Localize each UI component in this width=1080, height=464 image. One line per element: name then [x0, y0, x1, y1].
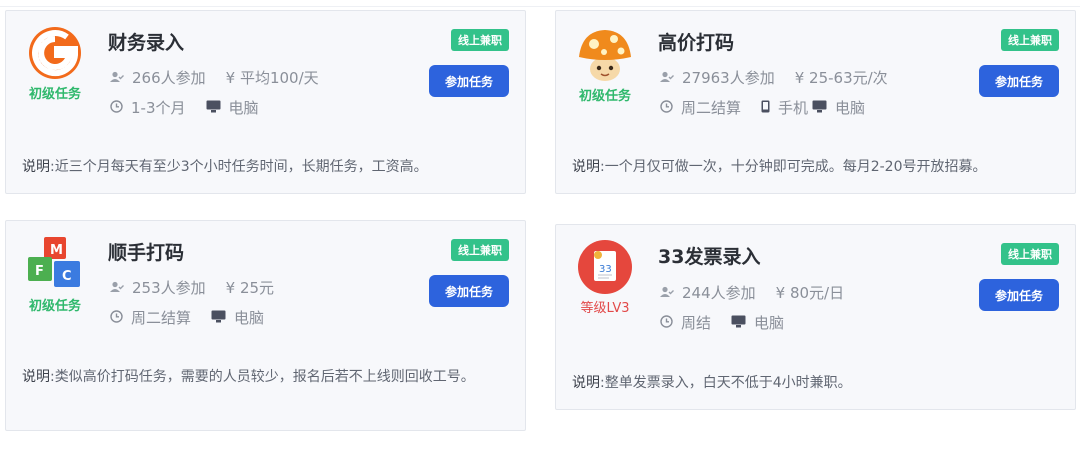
duration: 1-3个月: [131, 99, 186, 117]
task-card-invoice-entry[interactable]: 33 等级LV3 33发票录入 244人参加 ¥ 80元/日 周结 电脑 线上兼…: [555, 224, 1076, 410]
level-label: 等级LV3: [580, 301, 630, 316]
meta-row-schedule: 周二结算 手机 电脑: [660, 97, 885, 118]
participant-count: 253人参加: [132, 279, 206, 297]
invoice-icon: 33: [578, 240, 632, 294]
task-description: 说明:近三个月每天有至少3个小时任务时间，长期任务，工资高。: [22, 155, 509, 179]
desc-label: 说明: [22, 369, 50, 385]
participant-count: 266人参加: [132, 69, 206, 87]
settlement: 周结: [681, 314, 712, 332]
price: ¥ 80元/日: [775, 284, 845, 302]
price: ¥ 25元: [225, 279, 275, 297]
meta-row-stats: 253人参加 ¥ 25元: [110, 277, 294, 298]
meta-row-stats: 266人参加 ¥ 平均100/天: [110, 67, 339, 88]
desc-text: :近三个月每天有至少3个小时任务时间，长期任务，工资高。: [50, 159, 428, 175]
meta-row-stats: 27963人参加 ¥ 25-63元/次: [660, 67, 908, 88]
desc-text: :整单发票录入，白天不低于4小时兼职。: [600, 375, 852, 391]
desktop-icon: [206, 99, 221, 117]
price: ¥ 25-63元/次: [794, 69, 888, 87]
desc-label: 说明: [572, 159, 600, 175]
clock-icon: [660, 99, 673, 117]
task-logo: M F C 初级任务: [22, 235, 88, 314]
desktop-icon: [211, 309, 226, 327]
desc-text: :类似高价打码任务，需要的人员较少，报名后若不上线则回收工号。: [50, 369, 475, 385]
level-label: 初级任务: [578, 89, 631, 104]
users-icon: [110, 69, 124, 87]
clock-icon: [660, 314, 673, 332]
users-icon: [660, 69, 674, 87]
online-parttime-badge: 线上兼职: [451, 239, 509, 261]
level-label: 初级任务: [28, 299, 81, 314]
svg-text:M: M: [50, 243, 63, 258]
task-logo: 初级任务: [572, 25, 638, 104]
device-pc: 电脑: [234, 309, 265, 327]
task-description: 说明:类似高价打码任务，需要的人员较少，报名后若不上线则回收工号。: [22, 365, 495, 389]
desc-label: 说明: [22, 159, 50, 175]
task-title: 高价打码: [658, 32, 735, 54]
mfc-cubes-icon: M F C: [28, 237, 80, 287]
join-task-button[interactable]: 参加任务: [979, 65, 1059, 97]
join-task-button[interactable]: 参加任务: [429, 275, 509, 307]
mobile-icon: [761, 99, 770, 117]
task-logo: 33 等级LV3: [572, 239, 638, 316]
meta-row-schedule: 1-3个月 电脑: [110, 97, 279, 118]
meta-row-schedule: 周二结算 电脑: [110, 307, 284, 328]
join-task-button[interactable]: 参加任务: [429, 65, 509, 97]
meta-row-stats: 244人参加 ¥ 80元/日: [660, 282, 864, 303]
svg-text:C: C: [62, 269, 72, 284]
desc-text: :一个月仅可做一次，十分钟即可完成。每月2-20号开放招募。: [600, 159, 987, 175]
task-title: 财务录入: [108, 32, 185, 54]
task-title: 顺手打码: [108, 242, 185, 264]
users-icon: [110, 279, 124, 297]
online-parttime-badge: 线上兼职: [451, 29, 509, 51]
svg-text:33: 33: [599, 264, 612, 275]
task-description: 说明:一个月仅可做一次，十分钟即可完成。每月2-20号开放招募。: [572, 155, 1059, 179]
join-task-button[interactable]: 参加任务: [979, 279, 1059, 311]
desc-label: 说明: [572, 375, 600, 391]
price: ¥ 平均100/天: [225, 69, 319, 87]
participant-count: 27963人参加: [682, 69, 775, 87]
settlement: 周二结算: [681, 99, 742, 117]
level-label: 初级任务: [28, 87, 81, 102]
task-title: 33发票录入: [658, 246, 761, 268]
clock-icon: [110, 99, 123, 117]
users-icon: [660, 284, 674, 302]
device-mobile: 手机: [778, 99, 809, 117]
task-card-handy-typing[interactable]: M F C 初级任务 顺手打码 253人参加 ¥ 25元 周二结算 电脑 线上兼…: [5, 220, 526, 431]
g-logo-icon: [29, 27, 81, 79]
desktop-icon: [731, 314, 746, 332]
device-pc: 电脑: [835, 99, 866, 117]
svg-text:F: F: [35, 264, 44, 279]
top-divider: [0, 0, 1080, 7]
meta-row-schedule: 周结 电脑: [660, 312, 804, 333]
device-pc: 电脑: [754, 314, 785, 332]
clock-icon: [110, 309, 123, 327]
online-parttime-badge: 线上兼职: [1001, 243, 1059, 265]
task-logo: 初级任务: [22, 25, 88, 102]
settlement: 周二结算: [131, 309, 192, 327]
participant-count: 244人参加: [682, 284, 756, 302]
mushroom-icon: [579, 30, 631, 81]
task-card-high-price-typing[interactable]: 初级任务 高价打码 27963人参加 ¥ 25-63元/次 周二结算 手机 电脑…: [555, 10, 1076, 194]
online-parttime-badge: 线上兼职: [1001, 29, 1059, 51]
device-pc: 电脑: [228, 99, 259, 117]
task-description: 说明:整单发票录入，白天不低于4小时兼职。: [572, 371, 1059, 395]
task-card-finance-entry[interactable]: 初级任务 财务录入 266人参加 ¥ 平均100/天 1-3个月 电脑 线上兼职…: [5, 10, 526, 194]
desktop-icon: [812, 99, 827, 117]
